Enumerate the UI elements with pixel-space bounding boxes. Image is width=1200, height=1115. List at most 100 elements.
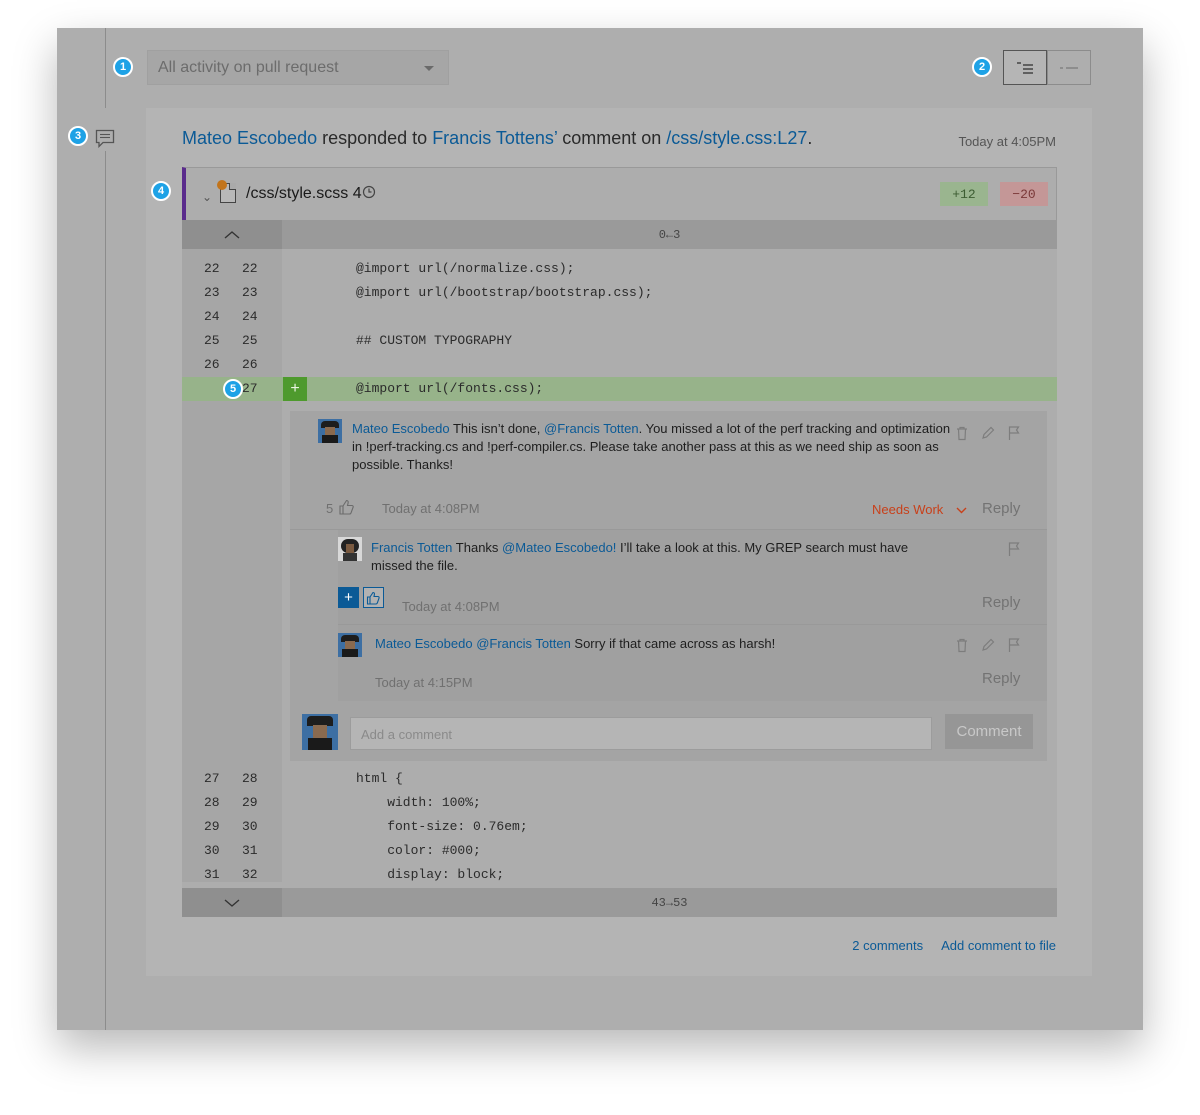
comment-thread: Mateo Escobedo This isn’t done, @Francis… xyxy=(290,411,1047,761)
line-code: display: block; xyxy=(356,867,505,882)
reply-button[interactable]: Reply xyxy=(982,500,1020,517)
edit-icon[interactable] xyxy=(980,637,996,653)
comment-body: Mateo Escobedo This isn’t done, @Francis… xyxy=(352,420,952,474)
comment-button[interactable]: Comment xyxy=(945,714,1033,749)
line-new-number: 32 xyxy=(242,867,258,882)
line-new-number: 24 xyxy=(242,309,258,324)
callout-4: 4 xyxy=(151,181,171,201)
thumbs-up-icon[interactable] xyxy=(338,499,355,515)
collapse-chevron-icon[interactable]: ⌄ xyxy=(202,190,212,204)
like-count: 5 xyxy=(326,501,334,516)
line-code: font-size: 0.76em; xyxy=(356,819,528,834)
status-chevron-down-icon[interactable] xyxy=(956,507,967,514)
history-clock-icon xyxy=(362,185,375,199)
mention-link[interactable]: @Mateo Escobedo! xyxy=(502,540,616,555)
comments-count-link[interactable]: 2 comments xyxy=(852,938,923,953)
line-old-number: 26 xyxy=(204,357,220,372)
thumbs-up-icon xyxy=(366,591,380,605)
reply-author-link[interactable]: Francis Totten xyxy=(371,540,452,555)
line-old-number: 28 xyxy=(204,795,220,810)
timeline-line-top xyxy=(105,28,106,108)
comment-timestamp: Today at 4:08PM xyxy=(382,501,480,516)
added-line: 27 + @import url(/fonts.css); xyxy=(182,377,1057,401)
file-diff: ⌄ /css/style.scss 4 +12 −20 0←3 22 22 @imp… xyxy=(182,167,1057,917)
code-line: 29 30 font-size: 0.76em; xyxy=(182,815,1057,839)
line-new-number: 27 xyxy=(242,381,258,396)
callout-1: 1 xyxy=(113,57,133,77)
file-name[interactable]: /css/style.scss 4 xyxy=(246,185,376,203)
expand-down-button[interactable] xyxy=(182,888,282,917)
chevron-up-icon xyxy=(224,230,240,239)
flag-icon[interactable] xyxy=(1006,425,1022,441)
line-new-number: 31 xyxy=(242,843,258,858)
avatar xyxy=(338,633,362,657)
line-code: @import url(/normalize.css); xyxy=(356,261,575,276)
flag-icon[interactable] xyxy=(1006,637,1022,653)
code-line: 30 31 color: #000; xyxy=(182,839,1057,863)
hunk-range-top: 0←3 xyxy=(658,227,681,242)
flat-view-button[interactable] xyxy=(1047,50,1091,85)
activity-timestamp: Today at 4:05PM xyxy=(958,134,1056,149)
reply-timestamp: Today at 4:08PM xyxy=(402,599,500,614)
line-code: @import url(/bootstrap/bootstrap.css); xyxy=(356,285,653,300)
hunk-header-top: 0←3 xyxy=(182,220,1057,249)
line-old-number: 25 xyxy=(204,333,220,348)
tree-view-button[interactable] xyxy=(1003,50,1047,85)
comment-icon xyxy=(95,129,115,148)
activity-card: Mateo Escobedo responded to Francis Tott… xyxy=(146,108,1092,976)
line-old-number: 29 xyxy=(204,819,220,834)
chevron-down-icon xyxy=(224,898,240,907)
line-new-number: 23 xyxy=(242,285,258,300)
comment-actions xyxy=(954,425,1022,441)
edit-icon[interactable] xyxy=(980,425,996,441)
reply-text-rest: Sorry if that came across as harsh! xyxy=(570,636,776,651)
additions-badge: +12 xyxy=(940,182,988,206)
flag-icon[interactable] xyxy=(1006,541,1022,557)
delete-icon[interactable] xyxy=(954,425,970,441)
headline-end: . xyxy=(807,128,813,148)
delete-icon[interactable] xyxy=(954,637,970,653)
dash-line-icon xyxy=(1060,66,1078,69)
reply-button[interactable]: Reply xyxy=(982,670,1020,687)
mention-link[interactable]: @Francis Totten xyxy=(473,636,571,651)
activity-filter-dropdown[interactable]: All activity on pull request xyxy=(147,50,449,85)
line-new-number: 26 xyxy=(242,357,258,372)
add-comment-to-file-link[interactable]: Add comment to file xyxy=(941,938,1056,953)
target-author-link[interactable]: Francis Tottens’ xyxy=(432,128,557,148)
line-new-number: 29 xyxy=(242,795,258,810)
file-footer-links: 2 comments Add comment to file xyxy=(852,938,1056,953)
reply-author-link[interactable]: Mateo Escobedo xyxy=(375,636,473,651)
like-button[interactable] xyxy=(363,587,384,608)
comment-input[interactable]: Add a comment xyxy=(350,717,932,750)
current-user-avatar xyxy=(302,714,338,750)
line-old-number: 27 xyxy=(204,771,220,786)
add-reaction-button[interactable]: + xyxy=(338,587,359,608)
reply-body: Mateo Escobedo @Francis Totten Sorry if … xyxy=(375,635,935,653)
timeline-line xyxy=(105,151,106,1030)
add-comment-plus-button[interactable]: + xyxy=(283,377,307,401)
view-toggle xyxy=(1003,50,1091,85)
headline-verb: responded to xyxy=(317,128,433,148)
reply-button[interactable]: Reply xyxy=(982,594,1020,611)
author-link[interactable]: Mateo Escobedo xyxy=(182,128,317,148)
mention-link[interactable]: @Francis Totten xyxy=(544,421,639,436)
file-header: ⌄ /css/style.scss 4 +12 −20 xyxy=(182,167,1057,220)
line-new-number: 30 xyxy=(242,819,258,834)
callout-5: 5 xyxy=(223,379,243,399)
line-new-number: 28 xyxy=(242,771,258,786)
hunk-header-bottom: 43→53 xyxy=(182,888,1057,917)
file-line-link[interactable]: /css/style.css:L27 xyxy=(666,128,807,148)
reply-actions xyxy=(954,637,1022,653)
status-needs-work[interactable]: Needs Work xyxy=(872,502,943,517)
callout-3: 3 xyxy=(68,126,88,146)
code-line: 25 25 ## CUSTOM TYPOGRAPHY xyxy=(182,329,1057,353)
code-line: 24 24 xyxy=(182,305,1057,329)
expand-up-button[interactable] xyxy=(182,220,282,249)
comment-author-link[interactable]: Mateo Escobedo xyxy=(352,421,450,436)
reply-timestamp: Today at 4:15PM xyxy=(375,675,473,690)
history-count: 4 xyxy=(352,185,362,202)
avatar xyxy=(338,537,362,561)
code-line: 23 23 @import url(/bootstrap/bootstrap.css… xyxy=(182,281,1057,305)
reply-text: Thanks xyxy=(452,540,503,555)
activity-filter-label: All activity on pull request xyxy=(158,58,339,76)
